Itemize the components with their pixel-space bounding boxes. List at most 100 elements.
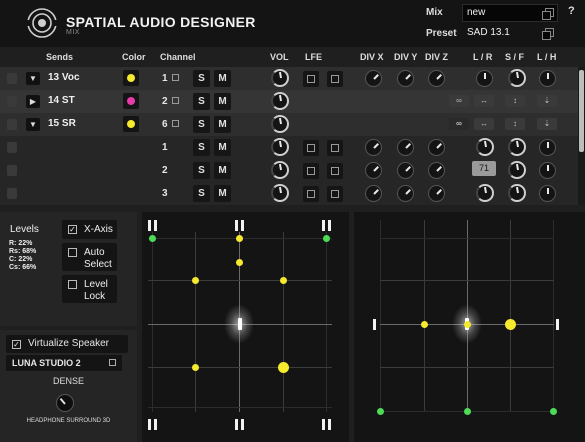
vol-knob[interactable] [271, 69, 289, 87]
lr-knob[interactable] [476, 184, 494, 202]
link-icon[interactable]: ∞ [449, 118, 469, 130]
help-button[interactable]: ? [568, 5, 575, 17]
auto-select-toggle[interactable]: Auto Select [62, 243, 117, 271]
solo-button[interactable]: S [193, 93, 210, 110]
sf-knob[interactable] [508, 161, 526, 179]
source-dot-icon[interactable] [192, 364, 199, 371]
lfe-knob[interactable] [303, 140, 319, 156]
vol-knob[interactable] [271, 161, 289, 179]
lh-knob[interactable] [539, 70, 556, 87]
divz-knob[interactable] [428, 139, 445, 156]
lr-knob[interactable] [476, 70, 493, 87]
lh-knob[interactable] [539, 185, 556, 202]
lock-icon[interactable] [7, 96, 17, 107]
divz-knob[interactable] [428, 162, 445, 179]
divx-knob[interactable] [365, 185, 382, 202]
popup-icon[interactable] [327, 186, 343, 202]
divy-knob[interactable] [397, 162, 414, 179]
popup-icon[interactable] [542, 8, 554, 20]
lh-knob[interactable] [539, 139, 556, 156]
channel-row[interactable]: 3 S M [0, 182, 578, 205]
mute-button[interactable]: M [214, 93, 231, 110]
source-dot-icon[interactable] [236, 259, 243, 266]
x-axis-toggle[interactable]: ✓ X-Axis [62, 220, 117, 239]
lock-icon[interactable] [7, 188, 17, 199]
checkbox-icon[interactable] [68, 280, 77, 289]
lr-knob[interactable] [476, 138, 494, 156]
lh-link-icon[interactable]: ⇣ [537, 118, 557, 130]
source-dot-icon[interactable] [464, 321, 471, 328]
collapse-arrow-icon[interactable]: ▼ [26, 72, 40, 85]
popup-icon[interactable] [172, 120, 179, 127]
solo-button[interactable]: S [193, 139, 210, 156]
expand-arrow-icon[interactable]: ▶ [26, 95, 40, 108]
divx-knob[interactable] [365, 139, 382, 156]
color-swatch[interactable] [123, 93, 139, 109]
sf-link-icon[interactable]: ↕ [505, 95, 525, 107]
solo-button[interactable]: S [193, 185, 210, 202]
channel-row[interactable]: 1 S M [0, 136, 578, 159]
divx-knob[interactable] [365, 70, 382, 87]
divy-knob[interactable] [397, 70, 414, 87]
solo-button[interactable]: S [193, 162, 210, 179]
vol-knob[interactable] [271, 184, 289, 202]
lock-icon[interactable] [7, 142, 17, 153]
color-swatch[interactable] [123, 70, 139, 86]
sf-link-icon[interactable]: ↕ [505, 118, 525, 130]
source-dot-icon[interactable] [421, 321, 428, 328]
virtualize-toggle[interactable]: ✓ Virtualize Speaker [6, 335, 128, 353]
sends-scrollbar-thumb[interactable] [579, 70, 584, 152]
popup-icon[interactable] [172, 97, 179, 104]
popup-icon[interactable] [327, 71, 343, 87]
divx-knob[interactable] [365, 162, 382, 179]
source-dot-icon[interactable] [505, 319, 516, 330]
checkbox-checked-icon[interactable]: ✓ [12, 340, 21, 349]
source-dot-icon[interactable] [236, 235, 243, 242]
preset-select[interactable]: SAD 13.1 [462, 24, 558, 42]
popup-icon[interactable] [327, 163, 343, 179]
mute-button[interactable]: M [214, 70, 231, 87]
source-dot-icon[interactable] [278, 362, 289, 373]
speaker-select[interactable]: LUNA STUDIO 2 [6, 355, 122, 371]
speaker-dot-icon[interactable] [323, 235, 330, 242]
speaker-dot-icon[interactable] [550, 408, 557, 415]
divz-knob[interactable] [428, 70, 445, 87]
mode-knob[interactable] [56, 394, 74, 412]
link-icon[interactable]: ∞ [449, 95, 469, 107]
mute-button[interactable]: M [214, 116, 231, 133]
sf-knob[interactable] [508, 138, 526, 156]
side-pan-view[interactable] [354, 212, 585, 442]
lfe-knob[interactable] [303, 163, 319, 179]
lr-link-icon[interactable]: ↔ [474, 118, 494, 130]
top-pan-view[interactable] [142, 212, 349, 442]
send-row[interactable]: ▼ 15 SR 6 S M ∞ ↔ ↕ ⇣ [0, 113, 578, 136]
vol-knob[interactable] [271, 138, 289, 156]
lh-link-icon[interactable]: ⇣ [537, 95, 557, 107]
vol-knob[interactable] [271, 115, 289, 133]
color-swatch[interactable] [123, 116, 139, 132]
speaker-dot-icon[interactable] [464, 408, 471, 415]
collapse-arrow-icon[interactable]: ▼ [26, 118, 40, 131]
mute-button[interactable]: M [214, 139, 231, 156]
send-row[interactable]: ▶ 14 ST 2 S M ∞ ↔ ↕ ⇣ [0, 90, 578, 113]
lh-knob[interactable] [539, 162, 556, 179]
send-row[interactable]: ▼ 13 Voc 1 S M [0, 67, 578, 90]
source-dot-icon[interactable] [192, 277, 199, 284]
sf-knob[interactable] [508, 69, 526, 87]
lfe-knob[interactable] [303, 186, 319, 202]
solo-button[interactable]: S [193, 70, 210, 87]
popup-icon[interactable] [172, 74, 179, 81]
lock-icon[interactable] [7, 119, 17, 130]
solo-button[interactable]: S [193, 116, 210, 133]
checkbox-checked-icon[interactable]: ✓ [68, 225, 77, 234]
popup-icon[interactable] [109, 359, 116, 366]
checkbox-icon[interactable] [68, 248, 77, 257]
popup-icon[interactable] [327, 140, 343, 156]
lfe-knob[interactable] [303, 71, 319, 87]
mute-button[interactable]: M [214, 185, 231, 202]
divy-knob[interactable] [397, 185, 414, 202]
divz-knob[interactable] [428, 185, 445, 202]
lock-icon[interactable] [7, 73, 17, 84]
sf-knob[interactable] [508, 184, 526, 202]
popup-icon[interactable] [542, 28, 554, 40]
